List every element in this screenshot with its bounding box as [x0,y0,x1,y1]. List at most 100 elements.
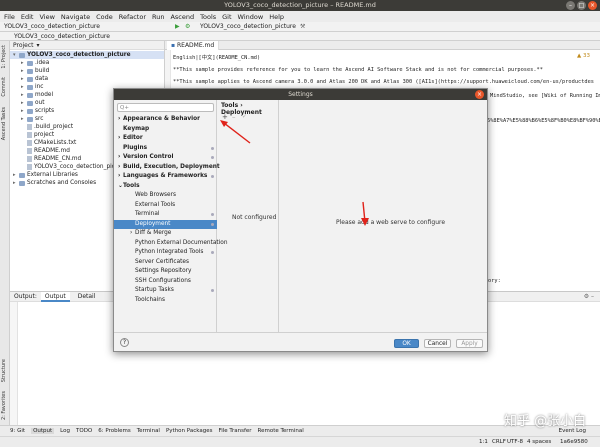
minimize-icon[interactable]: – [566,1,575,10]
tool-todo[interactable]: TODO [76,428,92,434]
expand-arrow-icon[interactable]: ▸ [21,99,25,107]
settings-nav-item[interactable]: External Tools [114,201,217,210]
tree-item[interactable]: ▾ YOLOV3_coco_detection_picture [10,51,164,59]
debug-icon[interactable]: ⚙ [185,23,190,30]
expand-arrow-icon[interactable]: ▸ [21,75,25,83]
tab-output[interactable]: Output [40,291,70,302]
menu-help[interactable]: Help [269,13,284,21]
settings-nav-label: Build, Execution, Deployment [123,163,220,170]
tree-item-label: build [35,68,50,74]
menu-ascend[interactable]: Ascend [170,13,194,21]
tree-item[interactable]: ▸ data [10,75,164,83]
menu-git[interactable]: Git [222,13,231,21]
tree-item[interactable]: ▸ build [10,67,164,75]
tool-log[interactable]: Log [60,428,70,434]
commit-tool-tab[interactable]: Commit [1,77,7,97]
settings-nav-item[interactable]: Settings Repository [114,267,217,276]
settings-nav-item[interactable]: › Appearance & Behavior [114,115,217,124]
caret-position[interactable]: 1:1 [479,439,488,445]
settings-nav-item[interactable]: › Version Control [114,153,217,162]
project-level-icon [211,146,214,150]
chevron-down-icon[interactable]: ▾ [37,42,40,49]
expand-arrow-icon[interactable]: ▾ [13,51,17,59]
code-line[interactable]: **This sample provides reference for you… [173,67,543,73]
maximize-icon[interactable]: □ [577,1,586,10]
expand-arrow-icon[interactable]: ▸ [21,67,25,75]
menu-run[interactable]: Run [152,13,164,21]
tool-remote-terminal[interactable]: Remote Terminal [258,428,304,434]
tool-git[interactable]: 9: Git [10,428,25,434]
settings-search-input[interactable]: Q+ [117,103,214,112]
gear-icon[interactable]: ⚙ – [584,293,594,300]
editor-tab-readme[interactable]: ▪ README.md [167,40,220,50]
toolbar-project-crumb[interactable]: YOLOV3_coco_detection_picture [4,23,100,30]
settings-nav-item[interactable]: Deployment [114,219,217,229]
nav-project-name[interactable]: YOLOV3_coco_detection_picture [14,33,110,40]
expand-arrow-icon[interactable]: ▸ [21,91,25,99]
menu-view[interactable]: View [39,13,54,21]
code-line[interactable]: English|[中文](README_CN.md) [173,53,260,61]
menu-file[interactable]: File [4,13,15,21]
tree-item[interactable]: ▸ .idea [10,59,164,67]
tab-detail[interactable]: Detail [74,292,100,302]
project-tool-tab[interactable]: 1: Project [1,45,7,69]
settings-nav-item[interactable]: › Diff & Merge [114,229,217,238]
settings-nav-item[interactable]: Python Integrated Tools [114,248,217,257]
settings-nav-item[interactable]: › Languages & Frameworks [114,172,217,181]
deployment-config-pane: Please add a web serve to configure [278,100,488,332]
settings-nav-item[interactable]: Terminal [114,210,217,219]
settings-nav-item[interactable]: Web Browsers [114,191,217,200]
settings-nav-item[interactable]: Toolchains [114,296,217,305]
menu-window[interactable]: Window [238,13,264,21]
code-line-fragment[interactable]: MindStudio, see [Wiki of Running Image S… [490,93,600,99]
settings-nav-item[interactable]: Keymap [114,125,217,134]
menu-edit[interactable]: Edit [21,13,34,21]
indent-setting[interactable]: 4 spaces [527,439,551,445]
code-line-fragment[interactable]: ory: [488,278,501,284]
ok-button[interactable]: OK [394,339,419,348]
help-button[interactable]: ? [120,338,129,347]
favorites-tool-tab[interactable]: 2: Favorites [1,391,7,420]
code-line-fragment[interactable]: 6%8E%A7%E5%88%B6%E5%8F%B0%E8%BF%90%E8%A1… [487,118,600,124]
ascend-tasks-tool-tab[interactable]: Ascend Tasks [1,107,7,140]
cancel-button[interactable]: Cancel [424,339,451,348]
close-icon[interactable]: × [475,90,484,99]
menu-refactor[interactable]: Refactor [119,13,146,21]
expand-arrow-icon[interactable]: ▸ [21,107,25,115]
settings-nav-item[interactable]: Plugins [114,144,217,153]
editor-tabs: ▪ README.md [165,40,600,50]
expand-arrow-icon[interactable]: ▸ [13,179,17,187]
tree-item-label: CMakeLists.txt [34,140,77,146]
settings-nav-item[interactable]: ⌄Tools [114,182,217,191]
expand-arrow-icon[interactable]: ▸ [21,59,25,67]
run-config-select[interactable]: YOLOV3_coco_detection_picture [200,23,296,30]
settings-nav-item[interactable]: Server Certificates [114,258,217,267]
project-view-select[interactable]: Project [13,42,34,49]
line-ending[interactable]: CRLF [492,439,506,445]
settings-nav-item[interactable]: Python External Documentation [114,239,228,248]
tool-terminal[interactable]: Terminal [137,428,160,434]
close-icon[interactable]: × [588,1,597,10]
code-line[interactable]: **This sample applies to Ascend camera 3… [173,79,600,85]
settings-nav-item[interactable]: SSH Configurations [114,277,217,286]
tool-problems[interactable]: 6: Problems [98,428,130,434]
settings-nav-item[interactable]: Startup Tasks [114,286,217,295]
menu-code[interactable]: Code [96,13,113,21]
build-icon[interactable]: ⚒ [300,23,305,30]
expand-arrow-icon[interactable]: ▸ [21,83,25,91]
expand-arrow-icon[interactable]: ▸ [13,171,17,179]
menu-navigate[interactable]: Navigate [61,13,90,21]
git-branch[interactable]: 1a6e9580 [560,439,588,445]
settings-nav-item[interactable]: › Editor [114,134,217,143]
tool-file-transfer[interactable]: File Transfer [218,428,251,434]
tool-python-packages[interactable]: Python Packages [166,428,212,434]
menu-tools[interactable]: Tools [200,13,216,21]
structure-tool-tab[interactable]: Structure [1,359,7,382]
tool-output[interactable]: Output [31,428,55,434]
file-encoding[interactable]: UTF-8 [507,439,523,445]
settings-nav-item[interactable]: › Build, Execution, Deployment [114,163,220,172]
expand-arrow-icon[interactable]: ▸ [21,115,25,123]
run-icon[interactable]: ▶ [175,23,180,30]
apply-button[interactable]: Apply [456,339,483,348]
warnings-count[interactable]: ▲ 33 [577,53,590,59]
